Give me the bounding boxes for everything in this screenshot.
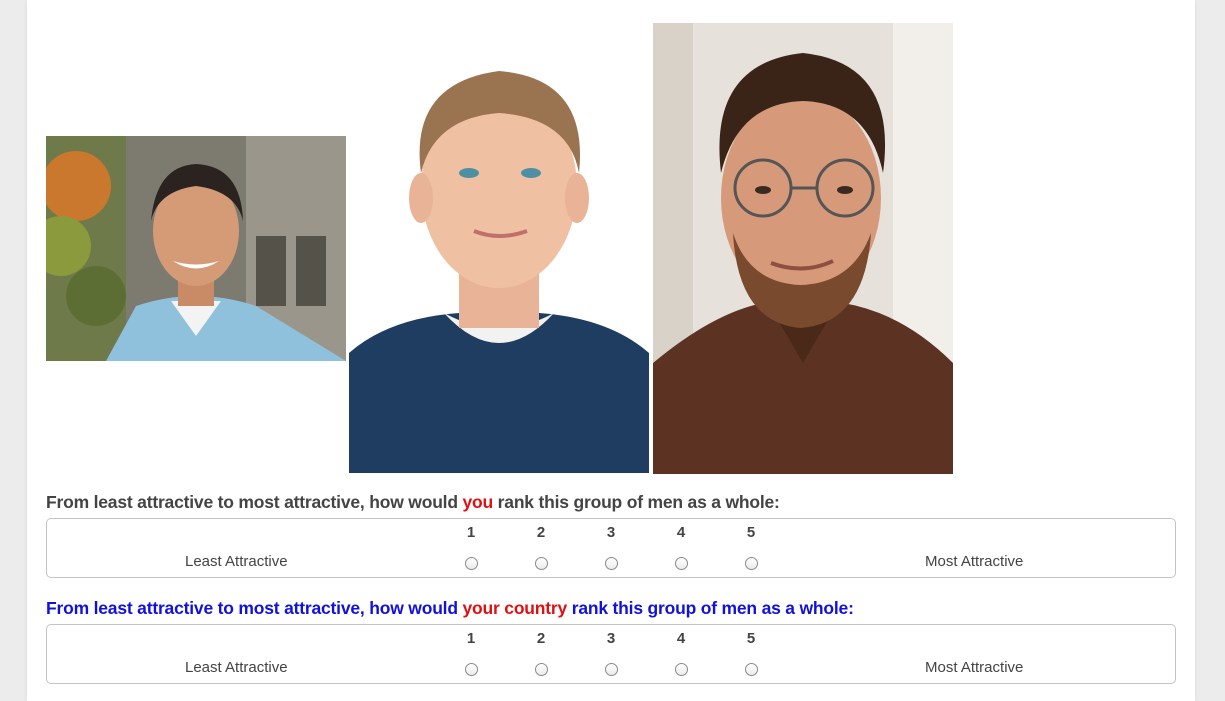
scale-number-2: 2 [536,524,546,541]
scale-number-5: 5 [746,630,756,647]
scale-number-3: 3 [606,630,616,647]
question-1-rating-scale: Least Attractive 1 2 3 4 5 Most Attracti… [46,518,1176,578]
question-2-prompt: From least attractive to most attractive… [46,598,854,619]
question-1-prompt: From least attractive to most attractive… [46,492,780,513]
question-2-highlight: your country [462,598,568,618]
radio-option-4[interactable] [675,557,688,570]
photo-man-glasses-beard [653,23,953,474]
scale-left-anchor: Least Attractive [185,659,288,676]
radio-option-1[interactable] [465,663,478,676]
scale-number-3: 3 [606,524,616,541]
radio-option-4[interactable] [675,663,688,676]
radio-option-5[interactable] [745,557,758,570]
radio-option-5[interactable] [745,663,758,676]
radio-option-1[interactable] [465,557,478,570]
question-1-suffix: rank this group of men as a whole: [493,492,780,512]
scale-number-4: 4 [676,630,686,647]
question-2-suffix: rank this group of men as a whole: [567,598,854,618]
scale-number-5: 5 [746,524,756,541]
scale-number-2: 2 [536,630,546,647]
scale-number-1: 1 [466,630,476,647]
question-2-rating-scale: Least Attractive 1 2 3 4 5 Most Attracti… [46,624,1176,684]
scale-left-anchor: Least Attractive [185,553,288,570]
radio-option-2[interactable] [535,663,548,676]
photo-man-dark-hair-smiling [46,136,346,361]
photo-young-man-blond [349,23,649,473]
radio-option-3[interactable] [605,557,618,570]
radio-option-3[interactable] [605,663,618,676]
scale-right-anchor: Most Attractive [925,553,1024,570]
question-1-highlight: you [462,492,494,512]
scale-number-1: 1 [466,524,476,541]
scale-number-4: 4 [676,524,686,541]
question-2-prefix: From least attractive to most attractive… [46,598,463,618]
question-1-prefix: From least attractive to most attractive… [46,492,463,512]
scale-right-anchor: Most Attractive [925,659,1024,676]
radio-option-2[interactable] [535,557,548,570]
survey-panel: From least attractive to most attractive… [27,0,1195,701]
